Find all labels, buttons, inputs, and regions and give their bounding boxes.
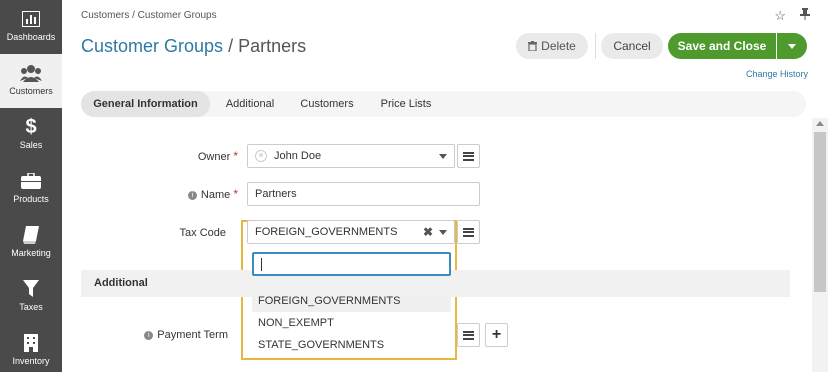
payment-term-entity-select-button[interactable]	[457, 323, 480, 347]
briefcase-icon	[0, 171, 62, 191]
filter-icon	[0, 279, 62, 299]
name-input[interactable]: Partners	[247, 182, 480, 206]
dropdown-option-foreign-governments[interactable]: FOREIGN_GOVERNMENTS	[252, 290, 451, 312]
tab-price-lists[interactable]: Price Lists	[370, 91, 442, 117]
sidebar-item-customers[interactable]: Customers	[0, 54, 62, 108]
dollar-icon: $	[25, 115, 37, 138]
chevron-down-icon	[788, 43, 796, 49]
top-actions: ☆	[774, 8, 810, 24]
owner-label: Owner *	[197, 149, 238, 163]
change-history-link[interactable]: Change History	[746, 69, 808, 79]
dashboard-icon	[0, 9, 62, 29]
sidebar-item-label: Dashboards	[6, 32, 56, 42]
sidebar-item-label: Marketing	[11, 248, 51, 258]
owner-value: John Doe	[274, 150, 322, 162]
payment-term-label: i Payment Term	[130, 329, 228, 341]
required-mark: *	[233, 187, 238, 201]
tax-code-value: FOREIGN_GOVERNMENTS	[255, 226, 398, 238]
text-cursor	[261, 258, 262, 271]
title-separator: /	[223, 36, 239, 56]
save-and-close-button[interactable]: Save and Close	[668, 33, 776, 59]
chevron-down-icon	[439, 153, 447, 159]
sidebar-item-products[interactable]: Products	[0, 162, 62, 216]
sidebar-item-marketing[interactable]: Marketing	[0, 216, 62, 270]
info-icon[interactable]: i	[144, 330, 154, 340]
user-avatar-icon	[255, 150, 267, 162]
sidebar-item-sales[interactable]: $ Sales	[0, 108, 62, 162]
page-title: Customer Groups / Partners	[81, 36, 306, 57]
name-label: i Name *	[150, 187, 238, 201]
name-value: Partners	[255, 188, 297, 200]
clear-icon[interactable]: ✖	[423, 225, 433, 239]
sidebar-item-label: Inventory	[12, 356, 50, 366]
tab-bar: General Information Additional Customers…	[81, 91, 806, 117]
cancel-button[interactable]: Cancel	[601, 33, 663, 59]
owner-entity-select-button[interactable]	[457, 144, 480, 168]
save-options-dropdown-button[interactable]	[777, 33, 807, 59]
menu-icon	[463, 330, 474, 340]
sidebar-item-taxes[interactable]: Taxes	[0, 270, 62, 324]
sidebar-item-label: Products	[13, 194, 49, 204]
chevron-down-icon	[439, 229, 447, 235]
payment-term-add-button[interactable]: +	[485, 323, 508, 347]
sidebar-item-label: Taxes	[19, 302, 43, 312]
tab-general-information[interactable]: General Information	[81, 91, 210, 117]
breadcrumb[interactable]: Customers / Customer Groups	[81, 10, 217, 21]
sidebar-item-label: Sales	[19, 140, 43, 150]
scroll-up-icon[interactable]	[816, 121, 824, 126]
tax-code-search-input[interactable]	[252, 252, 451, 276]
tax-code-label: Tax Code	[179, 227, 226, 239]
star-icon[interactable]: ☆	[774, 8, 786, 24]
trash-icon	[528, 41, 538, 51]
dropdown-option-non-exempt[interactable]: NON_EXEMPT	[252, 312, 451, 334]
tax-code-select[interactable]: FOREIGN_GOVERNMENTS ✖	[247, 220, 455, 244]
sidebar-item-dashboards[interactable]: Dashboards	[0, 0, 62, 54]
info-icon[interactable]: i	[187, 190, 197, 200]
sidebar-item-label: Customers	[9, 86, 53, 96]
customers-icon	[0, 63, 62, 83]
delete-button[interactable]: Delete	[516, 33, 588, 59]
menu-icon	[463, 227, 474, 237]
owner-select[interactable]: John Doe	[247, 144, 455, 168]
sidebar-item-inventory[interactable]: Inventory	[0, 324, 62, 372]
delete-label: Delete	[541, 39, 576, 53]
main-sidebar: Dashboards Customers $ Sales Products Ma…	[0, 0, 62, 372]
building-icon	[0, 333, 62, 353]
menu-icon	[463, 151, 474, 161]
title-current: Partners	[238, 36, 307, 56]
plus-icon: +	[491, 326, 502, 343]
title-link[interactable]: Customer Groups	[81, 36, 223, 56]
divider	[595, 33, 596, 59]
required-mark: *	[233, 149, 238, 163]
book-icon	[0, 225, 62, 245]
tab-customers[interactable]: Customers	[293, 91, 361, 117]
scrollbar-thumb[interactable]	[814, 132, 826, 292]
tax-code-entity-select-button[interactable]	[457, 220, 480, 244]
tab-additional[interactable]: Additional	[217, 91, 283, 117]
dropdown-option-state-governments[interactable]: STATE_GOVERNMENTS	[252, 334, 451, 356]
pin-icon[interactable]	[800, 8, 810, 24]
